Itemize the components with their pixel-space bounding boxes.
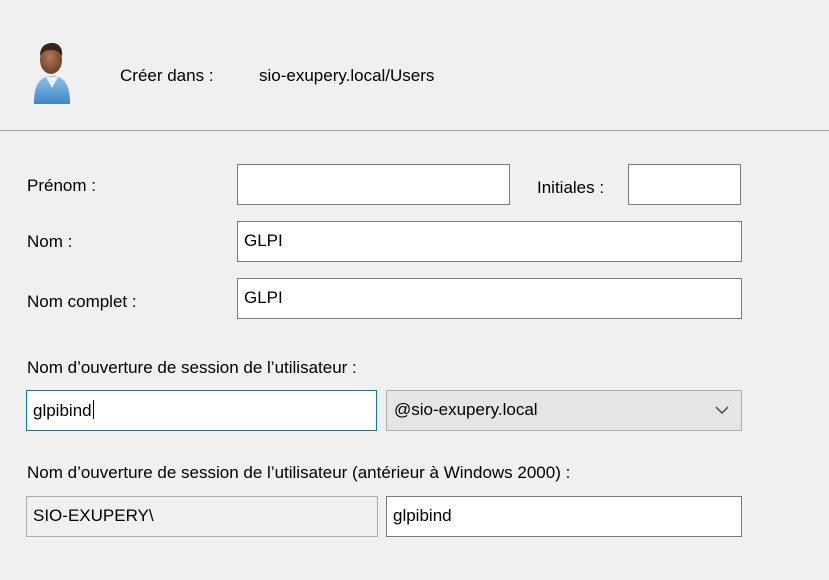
first-name-field[interactable] xyxy=(237,164,510,205)
logon-name-value: glpibind xyxy=(33,401,92,420)
create-in-path: sio-exupery.local/Users xyxy=(259,66,435,85)
full-name-field[interactable]: GLPI xyxy=(237,278,742,319)
logon-name-label: Nom d’ouverture de session de l’utilisat… xyxy=(27,358,357,377)
full-name-label: Nom complet : xyxy=(27,292,137,311)
create-in-label: Créer dans : xyxy=(120,66,214,85)
first-name-label: Prénom : xyxy=(27,176,96,195)
last-name-field[interactable]: GLPI xyxy=(237,221,742,262)
upn-suffix-dropdown[interactable]: @sio-exupery.local xyxy=(386,390,742,431)
chevron-down-icon xyxy=(715,406,729,414)
initials-field[interactable] xyxy=(628,164,741,205)
pre2000-domain-field: SIO-EXUPERY\ xyxy=(26,496,378,537)
dialog-header: Créer dans : sio-exupery.local/Users xyxy=(0,0,829,130)
user-icon xyxy=(34,43,70,104)
pre2000-logon-label: Nom d’ouverture de session de l’utilisat… xyxy=(27,463,571,482)
last-name-label: Nom : xyxy=(27,232,73,251)
upn-suffix-selected: @sio-exupery.local xyxy=(394,400,538,419)
logon-name-field[interactable]: glpibind xyxy=(26,390,377,431)
header-divider xyxy=(0,130,829,131)
pre2000-logon-field[interactable]: glpibind xyxy=(386,496,742,537)
initials-label: Initiales : xyxy=(537,178,605,197)
text-caret xyxy=(92,400,94,419)
